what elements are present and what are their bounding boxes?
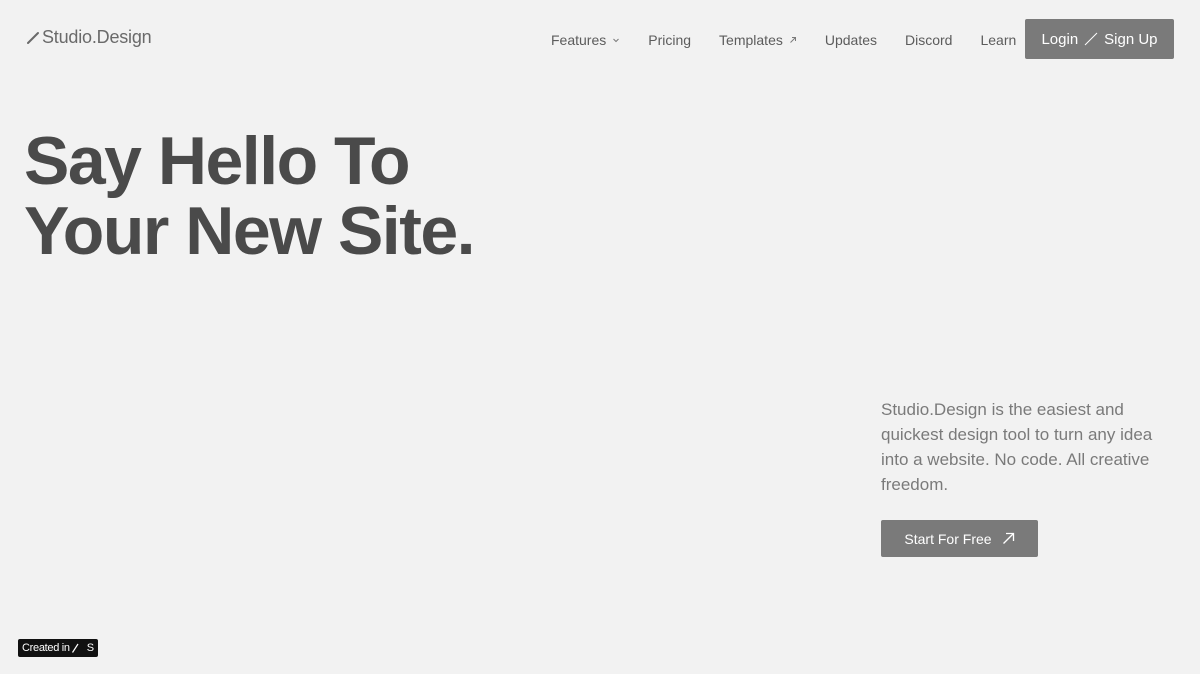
nav-item-learn[interactable]: Learn bbox=[980, 32, 1016, 48]
badge-label: Created in bbox=[22, 642, 70, 654]
nav-label: Learn bbox=[980, 32, 1017, 48]
nav-item-features[interactable]: Features bbox=[551, 32, 620, 48]
nav-label: Discord bbox=[905, 32, 953, 48]
created-in-badge[interactable]: Created in S bbox=[18, 639, 98, 657]
arrow-up-right-icon bbox=[1002, 532, 1014, 544]
nav-label: Templates bbox=[719, 32, 783, 48]
signup-label: Sign Up bbox=[1104, 30, 1158, 48]
nav-item-discord[interactable]: Discord bbox=[905, 32, 952, 48]
main-nav: Features Pricing Templates Updates Disco… bbox=[551, 30, 1016, 50]
nav-item-templates[interactable]: Templates bbox=[719, 32, 797, 48]
nav-label: Updates bbox=[824, 32, 878, 48]
slash-icon bbox=[27, 31, 39, 44]
hero-title-line-2: Your New Site. bbox=[24, 193, 476, 269]
start-for-free-button[interactable]: Start For Free bbox=[881, 520, 1038, 557]
arrow-up-right-icon bbox=[790, 37, 796, 43]
hero-title: Say Hello To Your New Site. bbox=[24, 123, 476, 269]
logo-text: Studio.Design bbox=[42, 27, 152, 47]
page: Studio.Design Features Pricing Templates… bbox=[0, 0, 1200, 674]
nav-item-pricing[interactable]: Pricing bbox=[648, 32, 691, 48]
nav-label: Features bbox=[551, 32, 607, 48]
nav-item-updates[interactable]: Updates bbox=[825, 32, 877, 48]
cta-label: Start For Free bbox=[904, 530, 992, 547]
logo[interactable]: Studio.Design bbox=[26, 27, 152, 48]
login-signup-button[interactable]: Login Sign Up bbox=[1025, 19, 1174, 59]
studio-logo-icon bbox=[71, 643, 85, 653]
login-label: Login bbox=[1041, 30, 1079, 48]
slash-icon bbox=[1084, 32, 1098, 46]
hero-title-line-1: Say Hello To bbox=[24, 123, 411, 199]
nav-label: Pricing bbox=[648, 32, 692, 48]
chevron-down-icon bbox=[613, 38, 620, 43]
badge-mark-text: S bbox=[86, 642, 94, 654]
hero-description: Studio.Design is the easiest and quickes… bbox=[881, 400, 1153, 494]
